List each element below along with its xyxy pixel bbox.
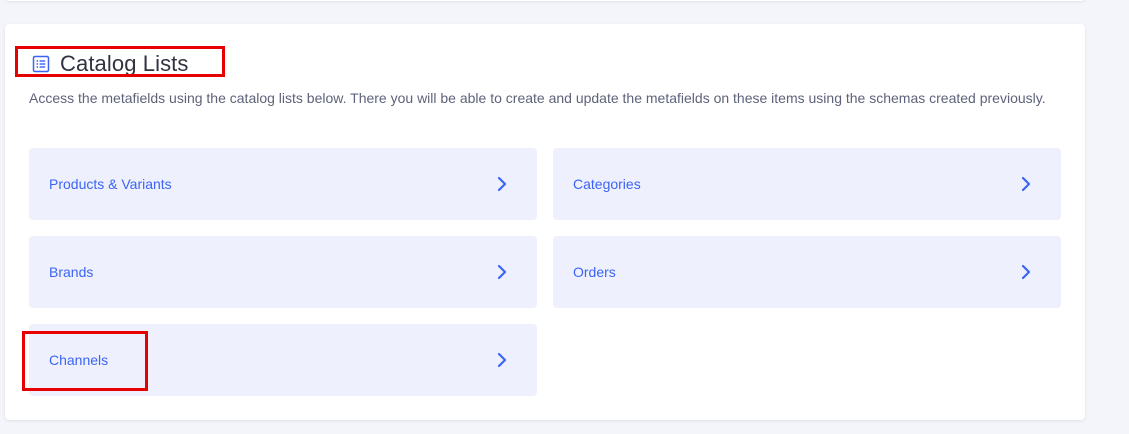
previous-card xyxy=(5,0,1085,1)
section-description: Access the metafields using the catalog … xyxy=(29,90,1046,106)
tile-categories[interactable]: Categories xyxy=(553,148,1061,220)
tile-label: Channels xyxy=(49,352,109,368)
tile-channels[interactable]: Channels xyxy=(29,324,537,396)
list-icon xyxy=(31,54,51,74)
tile-brands[interactable]: Brands xyxy=(29,236,537,308)
tile-label: Orders xyxy=(573,264,616,280)
tile-label: Brands xyxy=(49,264,94,280)
section-title: Catalog Lists xyxy=(60,51,189,76)
section-header: Catalog Lists xyxy=(31,50,188,78)
tile-label: Categories xyxy=(573,176,641,192)
tile-products-variants[interactable]: Products & Variants xyxy=(29,148,537,220)
chevron-right-icon xyxy=(497,176,507,192)
chevron-right-icon xyxy=(497,264,507,280)
chevron-right-icon xyxy=(1021,176,1031,192)
tile-orders[interactable]: Orders xyxy=(553,236,1061,308)
chevron-right-icon xyxy=(497,352,507,368)
catalog-lists-card: Catalog Lists Access the metafields usin… xyxy=(5,24,1085,420)
chevron-right-icon xyxy=(1021,264,1031,280)
tile-label: Products & Variants xyxy=(49,176,172,192)
